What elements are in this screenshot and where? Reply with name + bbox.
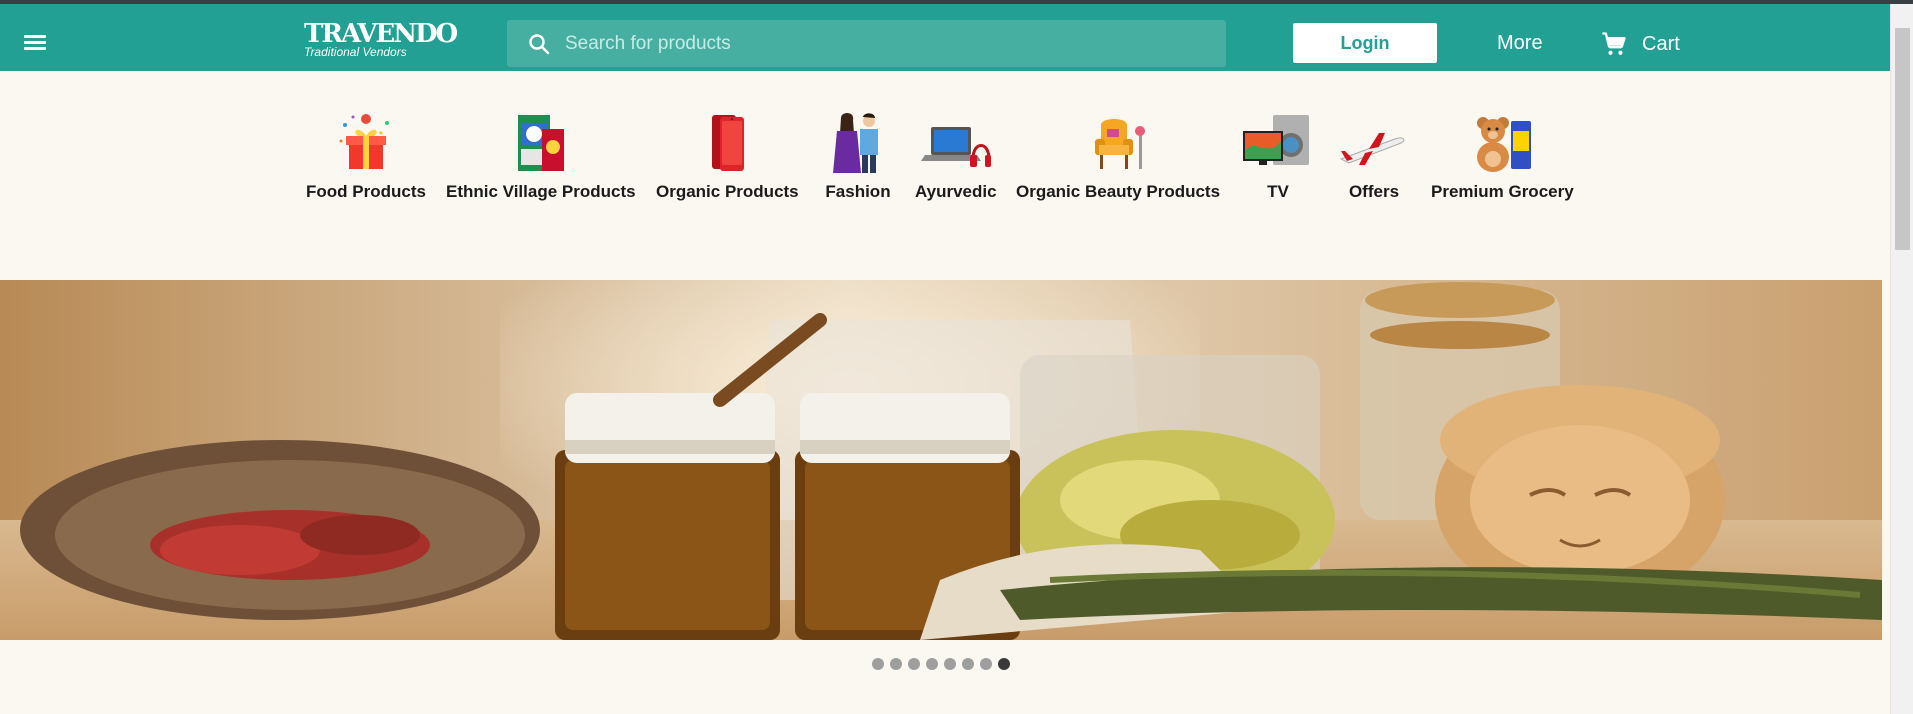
carousel-dot[interactable] bbox=[908, 658, 920, 670]
logo[interactable]: TRAVENDO Traditional Vendors bbox=[304, 19, 458, 58]
category-label: Food Products bbox=[306, 182, 426, 201]
carousel-dot[interactable] bbox=[944, 658, 956, 670]
category-label: Organic Products bbox=[656, 182, 799, 201]
category-label: TV bbox=[1267, 182, 1289, 201]
category-fashion[interactable]: Fashion bbox=[823, 111, 893, 202]
category-label: Offers bbox=[1348, 182, 1400, 201]
login-button[interactable]: Login bbox=[1293, 23, 1437, 63]
carousel-dot[interactable] bbox=[926, 658, 938, 670]
cart-button[interactable]: Cart bbox=[1600, 30, 1680, 58]
couple-fashion-icon bbox=[833, 112, 878, 173]
airplane-icon bbox=[1339, 133, 1405, 165]
carousel-dot[interactable] bbox=[872, 658, 884, 670]
hero-banner-image[interactable] bbox=[0, 280, 1882, 640]
category-label: Organic Beauty Products bbox=[1016, 182, 1221, 201]
carousel-indicators bbox=[872, 658, 1016, 670]
category-tv[interactable]: TV bbox=[1243, 111, 1313, 202]
carousel-dot[interactable] bbox=[962, 658, 974, 670]
carousel-dot-active[interactable] bbox=[998, 658, 1010, 670]
smartphone-icon bbox=[712, 115, 745, 171]
gift-box-icon bbox=[339, 114, 389, 169]
category-label: Premium Grocery bbox=[1431, 182, 1574, 201]
top-navbar: TRAVENDO Traditional Vendors Login More … bbox=[0, 4, 1890, 71]
search-bar bbox=[507, 20, 1226, 67]
hamburger-menu-icon[interactable] bbox=[24, 35, 46, 51]
armchair-icon bbox=[1095, 119, 1146, 169]
tv-washing-machine-icon bbox=[1243, 115, 1309, 165]
category-label: Ayurvedic bbox=[915, 182, 997, 201]
cart-label: Cart bbox=[1642, 32, 1680, 55]
category-food-products[interactable]: Food Products bbox=[306, 111, 426, 202]
category-premium-grocery[interactable]: Premium Grocery bbox=[1431, 111, 1574, 202]
category-ethnic-village-products[interactable]: Ethnic Village Products bbox=[446, 111, 636, 202]
category-label: Ethnic Village Products bbox=[446, 182, 636, 201]
category-label: Fashion bbox=[825, 182, 891, 201]
logo-wordmark: TRAVENDO bbox=[304, 19, 458, 49]
search-input[interactable] bbox=[565, 20, 1205, 67]
more-menu[interactable]: More bbox=[1497, 32, 1543, 55]
scrollbar-thumb[interactable] bbox=[1895, 28, 1910, 250]
search-icon[interactable] bbox=[527, 32, 551, 56]
banner-artwork bbox=[0, 280, 1882, 640]
category-strip: Food Products Ethnic Village Products Or… bbox=[0, 71, 1890, 280]
detergent-box-icon bbox=[517, 115, 564, 171]
category-ayurvedic[interactable]: Ayurvedic bbox=[915, 111, 997, 202]
category-organic-products[interactable]: Organic Products bbox=[656, 111, 799, 202]
teddy-bear-icon bbox=[1477, 117, 1532, 172]
vertical-scrollbar[interactable] bbox=[1890, 4, 1913, 714]
cart-icon bbox=[1602, 32, 1626, 55]
category-organic-beauty-products[interactable]: Organic Beauty Products bbox=[1016, 111, 1220, 202]
category-offers[interactable]: Offers bbox=[1339, 111, 1409, 202]
carousel-dot[interactable] bbox=[890, 658, 902, 670]
carousel-dot[interactable] bbox=[980, 658, 992, 670]
laptop-headphones-icon bbox=[920, 127, 991, 167]
